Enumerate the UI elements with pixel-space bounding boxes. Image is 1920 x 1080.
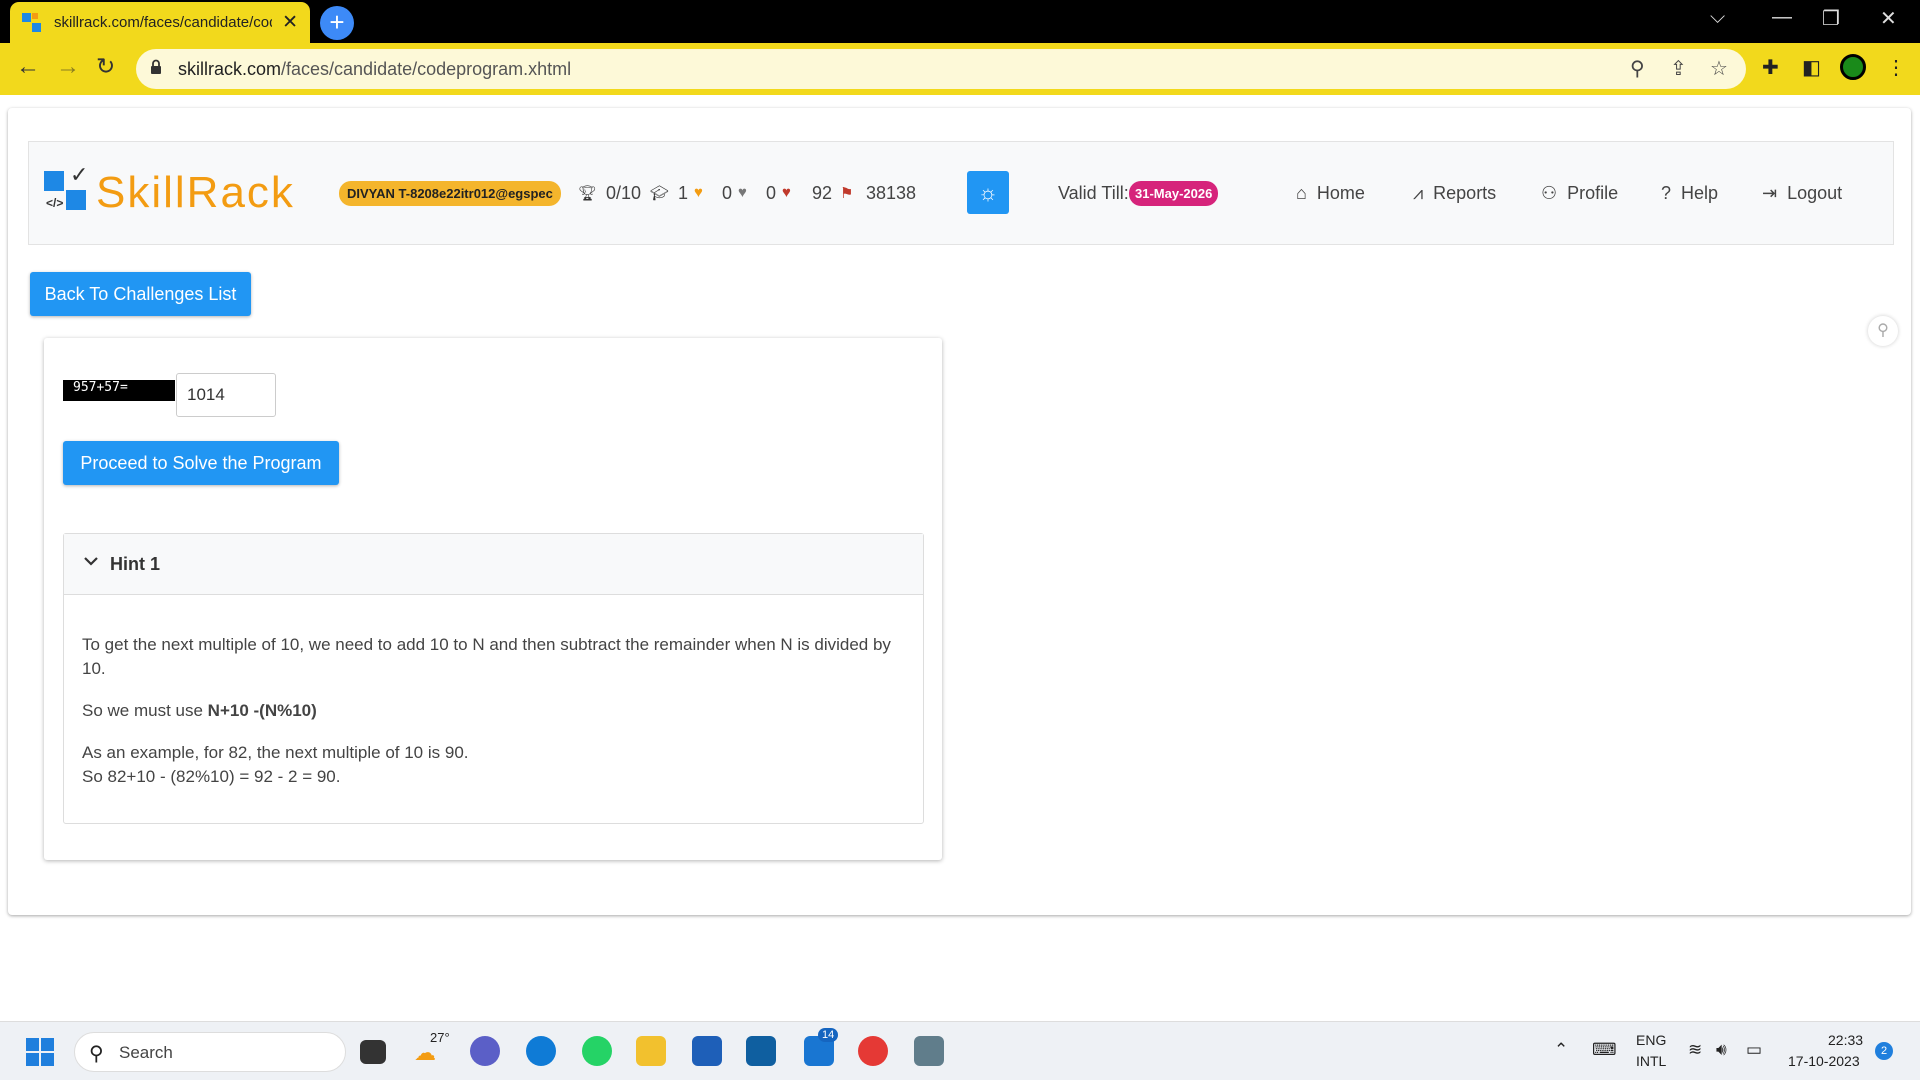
programs-solved-count: 0/10 — [606, 183, 642, 203]
logo-text: SkillRack — [96, 168, 295, 217]
minimize-button[interactable]: — — [1772, 6, 1792, 29]
file-explorer-icon[interactable] — [636, 1036, 666, 1066]
silver-medal-icon: ♥ — [738, 184, 747, 201]
side-search-icon[interactable]: ⚲ — [1868, 316, 1898, 346]
tab-close-icon[interactable]: ✕ — [282, 11, 298, 34]
gold-medal-icon: ♥ — [694, 184, 703, 201]
share-icon[interactable]: ⇪ — [1670, 56, 1687, 81]
tab-title: skillrack.com/faces/candidate/codeprogra… — [54, 14, 272, 31]
address-bar[interactable]: skillrack.com/faces/candidate/codeprogra… — [136, 49, 1746, 89]
clock-time[interactable]: 22:33 — [1828, 1032, 1863, 1048]
browser-menu-icon[interactable]: ⋮ — [1886, 55, 1906, 80]
nav-logout[interactable]: ⇥ Logout — [1762, 183, 1842, 204]
points-count: 38138 — [866, 183, 917, 203]
hint-paragraph: To get the next multiple of 10, we need … — [82, 635, 891, 678]
weather-icon[interactable]: ☁ 27° — [414, 1030, 450, 1066]
clock-date[interactable]: 17-10-2023 — [1788, 1053, 1860, 1069]
forward-arrow-icon[interactable]: → — [56, 53, 80, 81]
captcha-answer-input[interactable] — [176, 373, 276, 417]
lock-icon — [151, 59, 161, 74]
extensions-puzzle-icon[interactable]: ✚ — [1762, 55, 1779, 80]
hint-title: Hint 1 — [110, 554, 161, 574]
nav-help[interactable]: ? Help — [1661, 183, 1718, 204]
chat-icon[interactable] — [470, 1036, 500, 1066]
chevron-down-icon — [84, 557, 98, 566]
valid-till-label: Valid Till: — [1058, 183, 1129, 203]
logo-square-icon — [44, 171, 64, 191]
hint-paragraph: So we must use N+10 -(N%10) — [82, 701, 317, 720]
flag-icon: ⚑ — [840, 185, 854, 202]
restore-button[interactable]: ❐ — [1822, 6, 1840, 31]
logout-icon: ⇥ — [1762, 183, 1778, 203]
language-layout[interactable]: INTL — [1636, 1053, 1666, 1069]
hint-accordion: Hint 1 To get the next multiple of 10, w… — [63, 533, 924, 824]
chart-icon: ⩘ — [1413, 183, 1424, 203]
home-icon: ⌂ — [1296, 183, 1307, 203]
logo-check-icon: ✓ — [70, 162, 89, 187]
chrome-icon[interactable] — [858, 1036, 888, 1066]
valid-till-date-badge: 31-May-2026 — [1129, 181, 1219, 206]
logo-code-text: </> — [46, 196, 64, 210]
browser-tab[interactable]: skillrack.com/faces/candidate/codeprogra… — [10, 2, 310, 43]
hint-formula: N+10 -(N%10) — [207, 701, 317, 720]
user-icon: ⚇ — [1541, 183, 1558, 203]
new-tab-button[interactable]: + — [320, 6, 354, 40]
bronze-medal-icon: ♥ — [782, 184, 791, 201]
mail-badge: 14 — [818, 1028, 839, 1042]
mail-icon[interactable]: 14 — [804, 1028, 839, 1066]
logo-square-icon — [66, 190, 86, 210]
bronze-count: 92 — [812, 183, 833, 203]
dell-icon[interactable] — [746, 1036, 776, 1066]
tab-search-chevron-icon[interactable]: ⌵ — [1710, 6, 1725, 29]
nav-profile[interactable]: ⚇ Profile — [1541, 183, 1618, 204]
battery-icon[interactable]: ▭ — [1746, 1040, 1762, 1060]
side-panel-icon[interactable]: ◧ — [1802, 55, 1821, 80]
tray-chevron-up-icon[interactable]: ⌃ — [1554, 1040, 1568, 1060]
silver-count: 0 — [766, 183, 777, 203]
skillrack-logo[interactable]: ✓ </> SkillRack — [44, 162, 304, 220]
skillrack-favicon — [22, 12, 42, 33]
edge-browser-icon[interactable] — [526, 1036, 556, 1066]
captcha-question: 957+57= — [63, 380, 175, 401]
close-window-button[interactable]: ✕ — [1880, 6, 1897, 31]
back-to-challenges-button[interactable]: Back To Challenges List — [30, 272, 251, 316]
language-indicator[interactable]: ENG — [1636, 1032, 1666, 1048]
wifi-icon[interactable]: ≋ — [1688, 1040, 1702, 1060]
hint-body: To get the next multiple of 10, we need … — [82, 633, 912, 807]
hint-paragraph: As an example, for 82, the next multiple… — [82, 743, 469, 786]
reload-icon[interactable]: ↻ — [96, 53, 115, 80]
question-icon: ? — [1661, 183, 1672, 203]
notification-badge[interactable]: 2 — [1875, 1042, 1893, 1060]
url-text: skillrack.com/faces/candidate/codeprogra… — [178, 59, 572, 79]
whatsapp-icon[interactable] — [582, 1036, 612, 1066]
profile-avatar[interactable] — [1840, 54, 1866, 80]
browser-tab-strip: skillrack.com/faces/candidate/codeprogra… — [0, 0, 1920, 43]
sun-icon: ☼ — [977, 180, 999, 205]
nav-home[interactable]: ⌂ Home — [1296, 183, 1365, 204]
proceed-to-solve-button[interactable]: Proceed to Solve the Program — [63, 441, 339, 485]
nav-reports[interactable]: ⩘ Reports — [1413, 183, 1496, 204]
graduation-cap-icon: 🎓︎ — [650, 185, 670, 202]
volume-icon[interactable]: 🔊︎ — [1716, 1040, 1727, 1060]
theme-toggle-button[interactable]: ☼ — [967, 171, 1009, 214]
search-icon: ⚲ — [89, 1043, 104, 1065]
microsoft-store-icon[interactable] — [692, 1036, 722, 1066]
task-view-icon[interactable] — [360, 1040, 386, 1064]
user-badge: DIVYAN T-8208e22itr012@egspec — [339, 181, 561, 206]
calculator-icon[interactable] — [914, 1036, 944, 1066]
trophy-icon: 🏆︎ — [578, 185, 598, 202]
certificates-count: 1 — [678, 183, 689, 203]
windows-start-icon[interactable] — [26, 1038, 54, 1066]
bookmark-star-icon[interactable]: ☆ — [1710, 56, 1728, 81]
keyboard-icon[interactable]: ⌨ — [1592, 1040, 1617, 1060]
back-arrow-icon[interactable]: ← — [16, 53, 40, 81]
taskbar-search[interactable]: ⚲ Search — [74, 1032, 346, 1072]
browser-toolbar: ← → ↻ skillrack.com/faces/candidate/code… — [0, 43, 1920, 95]
windows-taskbar: ⚲ Search ☁ 27° 14 ⌃ ⌨ ENG INTL ≋ 🔊︎ ▭ 22:… — [0, 1021, 1920, 1080]
zoom-icon[interactable]: ⚲ — [1630, 56, 1645, 81]
hint-header[interactable]: Hint 1 — [64, 534, 923, 595]
gold-count: 0 — [722, 183, 733, 203]
